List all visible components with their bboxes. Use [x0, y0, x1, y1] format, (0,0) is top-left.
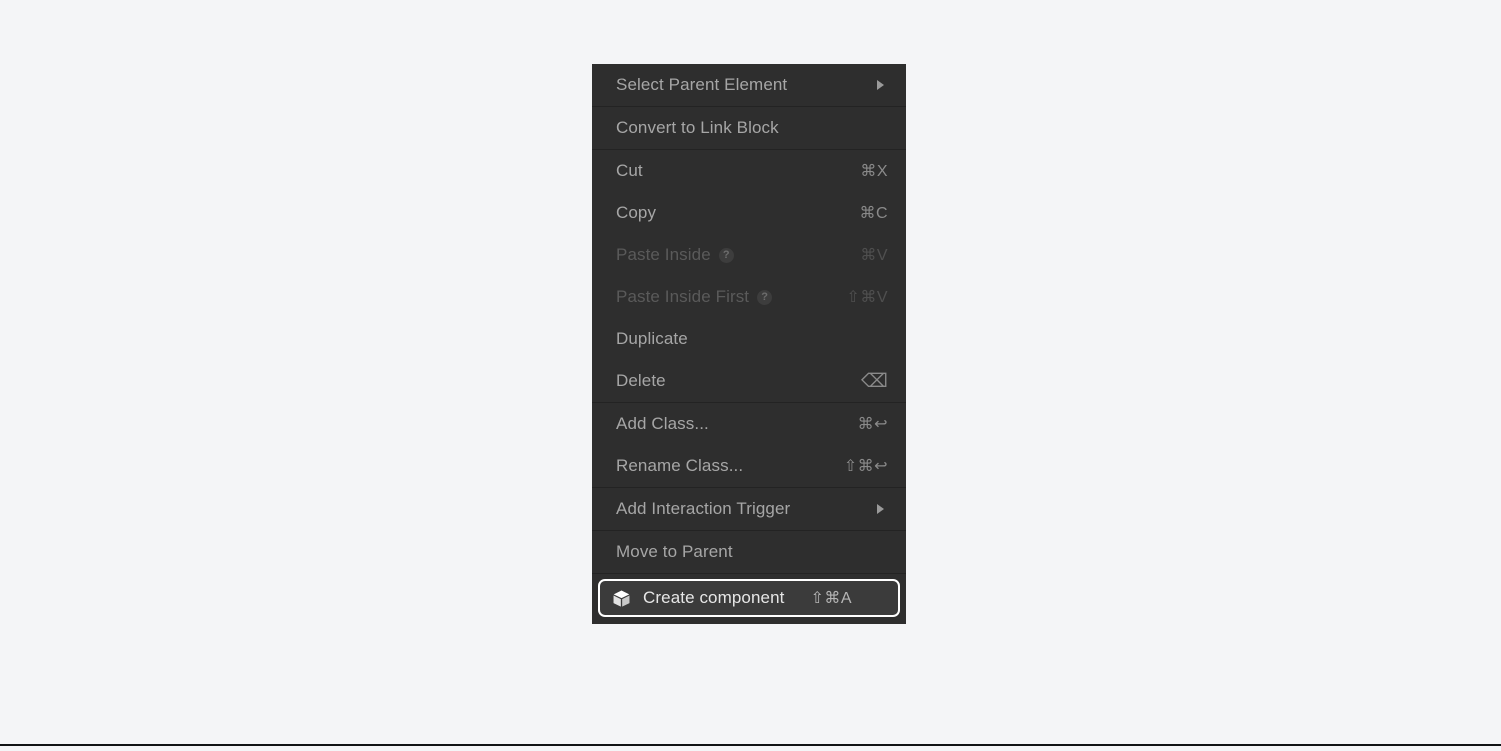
menu-item-shortcut: ⌘↩ — [857, 416, 888, 433]
menu-item-shortcut: ⌘X — [860, 163, 888, 180]
menu-item-duplicate[interactable]: Duplicate — [592, 318, 906, 360]
page-bottom-rule — [0, 744, 1501, 746]
menu-item-paste-inside-first: Paste Inside First? ⇧⌘V — [592, 276, 906, 318]
menu-item-label: Move to Parent — [616, 542, 733, 561]
menu-item-label: Delete — [616, 371, 666, 390]
cube-icon — [612, 589, 631, 608]
menu-item-label: Rename Class... — [616, 456, 744, 475]
menu-item-label: Convert to Link Block — [616, 118, 779, 137]
menu-item-create-component[interactable]: Create component ⇧⌘A — [598, 579, 900, 617]
menu-section-6: Move to Parent — [592, 531, 906, 574]
menu-section-3: Cut ⌘X Copy ⌘C Paste Inside? ⌘V Paste Inside F… — [592, 150, 906, 403]
menu-item-add-class[interactable]: Add Class... ⌘↩ — [592, 403, 906, 445]
menu-item-select-parent-element[interactable]: Select Parent Element — [592, 64, 906, 106]
context-menu: Select Parent Element Convert to Link Blo… — [592, 64, 906, 624]
menu-section-5: Add Interaction Trigger — [592, 488, 906, 531]
menu-section-1: Select Parent Element — [592, 64, 906, 107]
menu-item-shortcut: ⇧⌘↩ — [843, 458, 888, 475]
chevron-right-icon — [877, 504, 884, 514]
menu-section-4: Add Class... ⌘↩ Rename Class... ⇧⌘↩ — [592, 403, 906, 488]
menu-item-shortcut: ⌘V — [860, 247, 888, 264]
menu-item-label: Add Class... — [616, 414, 709, 433]
menu-item-add-interaction-trigger[interactable]: Add Interaction Trigger — [592, 488, 906, 530]
menu-item-copy[interactable]: Copy ⌘C — [592, 192, 906, 234]
menu-item-label: Create component — [643, 588, 785, 607]
menu-item-rename-class[interactable]: Rename Class... ⇧⌘↩ — [592, 445, 906, 487]
menu-item-delete[interactable]: Delete ⌫ — [592, 360, 906, 402]
menu-item-label: Cut — [616, 161, 643, 180]
menu-item-shortcut: ⇧⌘A — [810, 590, 853, 607]
chevron-right-icon — [877, 80, 884, 90]
menu-section-create-component: Create component ⇧⌘A — [592, 574, 906, 624]
backspace-icon: ⌫ — [861, 370, 888, 392]
menu-item-shortcut: ⌘C — [859, 205, 888, 222]
menu-item-label: Select Parent Element — [616, 75, 788, 94]
menu-item-label: Duplicate — [616, 329, 688, 348]
help-icon[interactable]: ? — [718, 247, 734, 263]
menu-item-shortcut: ⇧⌘V — [846, 289, 888, 306]
menu-item-label: Add Interaction Trigger — [616, 499, 791, 518]
menu-item-move-to-parent[interactable]: Move to Parent — [592, 531, 906, 573]
help-icon[interactable]: ? — [757, 289, 773, 305]
menu-item-label: Paste Inside First — [616, 287, 750, 306]
menu-item-convert-to-link-block[interactable]: Convert to Link Block — [592, 107, 906, 149]
menu-item-cut[interactable]: Cut ⌘X — [592, 150, 906, 192]
menu-item-label: Copy — [616, 203, 657, 222]
menu-item-paste-inside: Paste Inside? ⌘V — [592, 234, 906, 276]
menu-item-label: Paste Inside — [616, 245, 711, 264]
menu-section-2: Convert to Link Block — [592, 107, 906, 150]
